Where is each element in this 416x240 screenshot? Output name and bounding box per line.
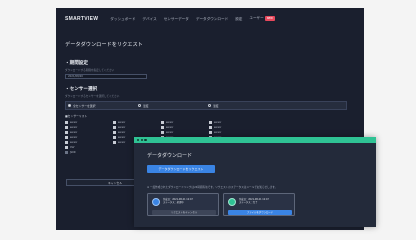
cancel-request-button[interactable]: リクエストをキャンセル [152,210,216,215]
nav-users[interactable]: ユーザー NEW [249,16,275,21]
format-json[interactable]: JSON [65,151,75,154]
dialog-title: データダウンロード [147,153,193,159]
window-dot-icon[interactable] [144,138,147,142]
period-heading: ・期間設定 [65,61,88,66]
card-text: 作成日：2021-08-21 12:47 ステータス：処理中 [163,198,193,205]
sensor-checkbox[interactable]: sensor [209,131,257,134]
status-processing-icon [152,198,160,206]
sensor-checkbox[interactable]: sensor [161,121,209,124]
request-card: 作成日：2021-08-21 12:47 ステータス：完了 ファイルをダウンロード [223,193,295,216]
download-dialog: データダウンロード データダウンロードをリクエスト ※ 一度作成されたダウンロー… [134,137,376,227]
sensor-list-label: ■センサーリスト [65,114,88,118]
radio-dot [208,104,211,107]
format-options: CSV JSON [65,146,75,154]
sensor-checkbox[interactable]: sensor [113,126,161,129]
sensor-checkbox[interactable]: sensor [65,126,113,129]
sensor-checkbox[interactable]: sensor [209,126,257,129]
download-file-button[interactable]: ファイルをダウンロード [228,210,292,215]
dialog-note: ※ 一度作成されたダウンロードリンクは24時間有効です。リクエストのステータスは… [147,186,278,189]
sensor-checkbox[interactable]: sensor [65,131,113,134]
sensor-checkbox[interactable]: sensor [113,121,161,124]
card-text: 作成日：2021-08-21 12:47 ステータス：完了 [239,198,269,205]
app-logo[interactable]: SMARTVIEW [65,16,98,22]
radio-label: 温度 [143,103,149,108]
top-navigation: SMARTVIEW ダッシュボード デバイス センサーデータ データダウンロード… [56,8,364,30]
new-badge: NEW [264,16,275,21]
window-dot-icon[interactable] [140,138,143,142]
nav-settings[interactable]: 設定 [235,17,242,22]
nav-users-label: ユーザー [249,16,264,21]
dialog-titlebar [134,137,376,143]
nav-dashboard[interactable]: ダッシュボード [110,17,135,22]
radio-label: 全センサーを選択 [73,103,96,108]
radio-dot [138,104,141,107]
date-input[interactable]: 2021/08/20 [65,74,147,79]
nav-data-download[interactable]: データダウンロード [196,17,228,22]
sensor-checkbox[interactable]: sensor [161,131,209,134]
radio-all-sensors[interactable]: 全センサーを選択 [66,104,136,108]
radio-humidity[interactable]: 湿度 [206,104,276,108]
sensor-radio-group: 全センサーを選択 温度 湿度 [65,101,347,110]
radio-temperature[interactable]: 温度 [136,104,206,108]
request-download-button[interactable]: データダウンロードをリクエスト [147,165,215,173]
sensor-checkbox[interactable]: sensor [65,141,113,144]
sensor-checkbox[interactable]: sensor [113,131,161,134]
radio-dot [68,104,71,107]
sensor-checkbox[interactable]: sensor [65,136,113,139]
period-hint: ダウンロードする期間を指定してください [65,69,115,72]
window-dot-icon[interactable] [137,138,140,142]
nav-devices[interactable]: デバイス [142,17,156,22]
page-title: データダウンロードをリクエスト [65,42,143,48]
status-complete-icon [228,198,236,206]
radio-label: 湿度 [213,103,219,108]
nav-sensor-data[interactable]: センサーデータ [164,17,189,22]
sensor-heading: ・センサー選択 [65,87,98,92]
request-card: 作成日：2021-08-21 12:47 ステータス：処理中 リクエストをキャンセ… [147,193,219,216]
sensor-checkbox[interactable]: sensor [161,126,209,129]
sensor-checkbox[interactable]: sensor [209,121,257,124]
format-csv[interactable]: CSV [65,146,75,149]
sensor-hint: ダウンロードするセンサーを選択してください [65,95,120,98]
sensor-checkbox[interactable]: sensor [65,121,113,124]
